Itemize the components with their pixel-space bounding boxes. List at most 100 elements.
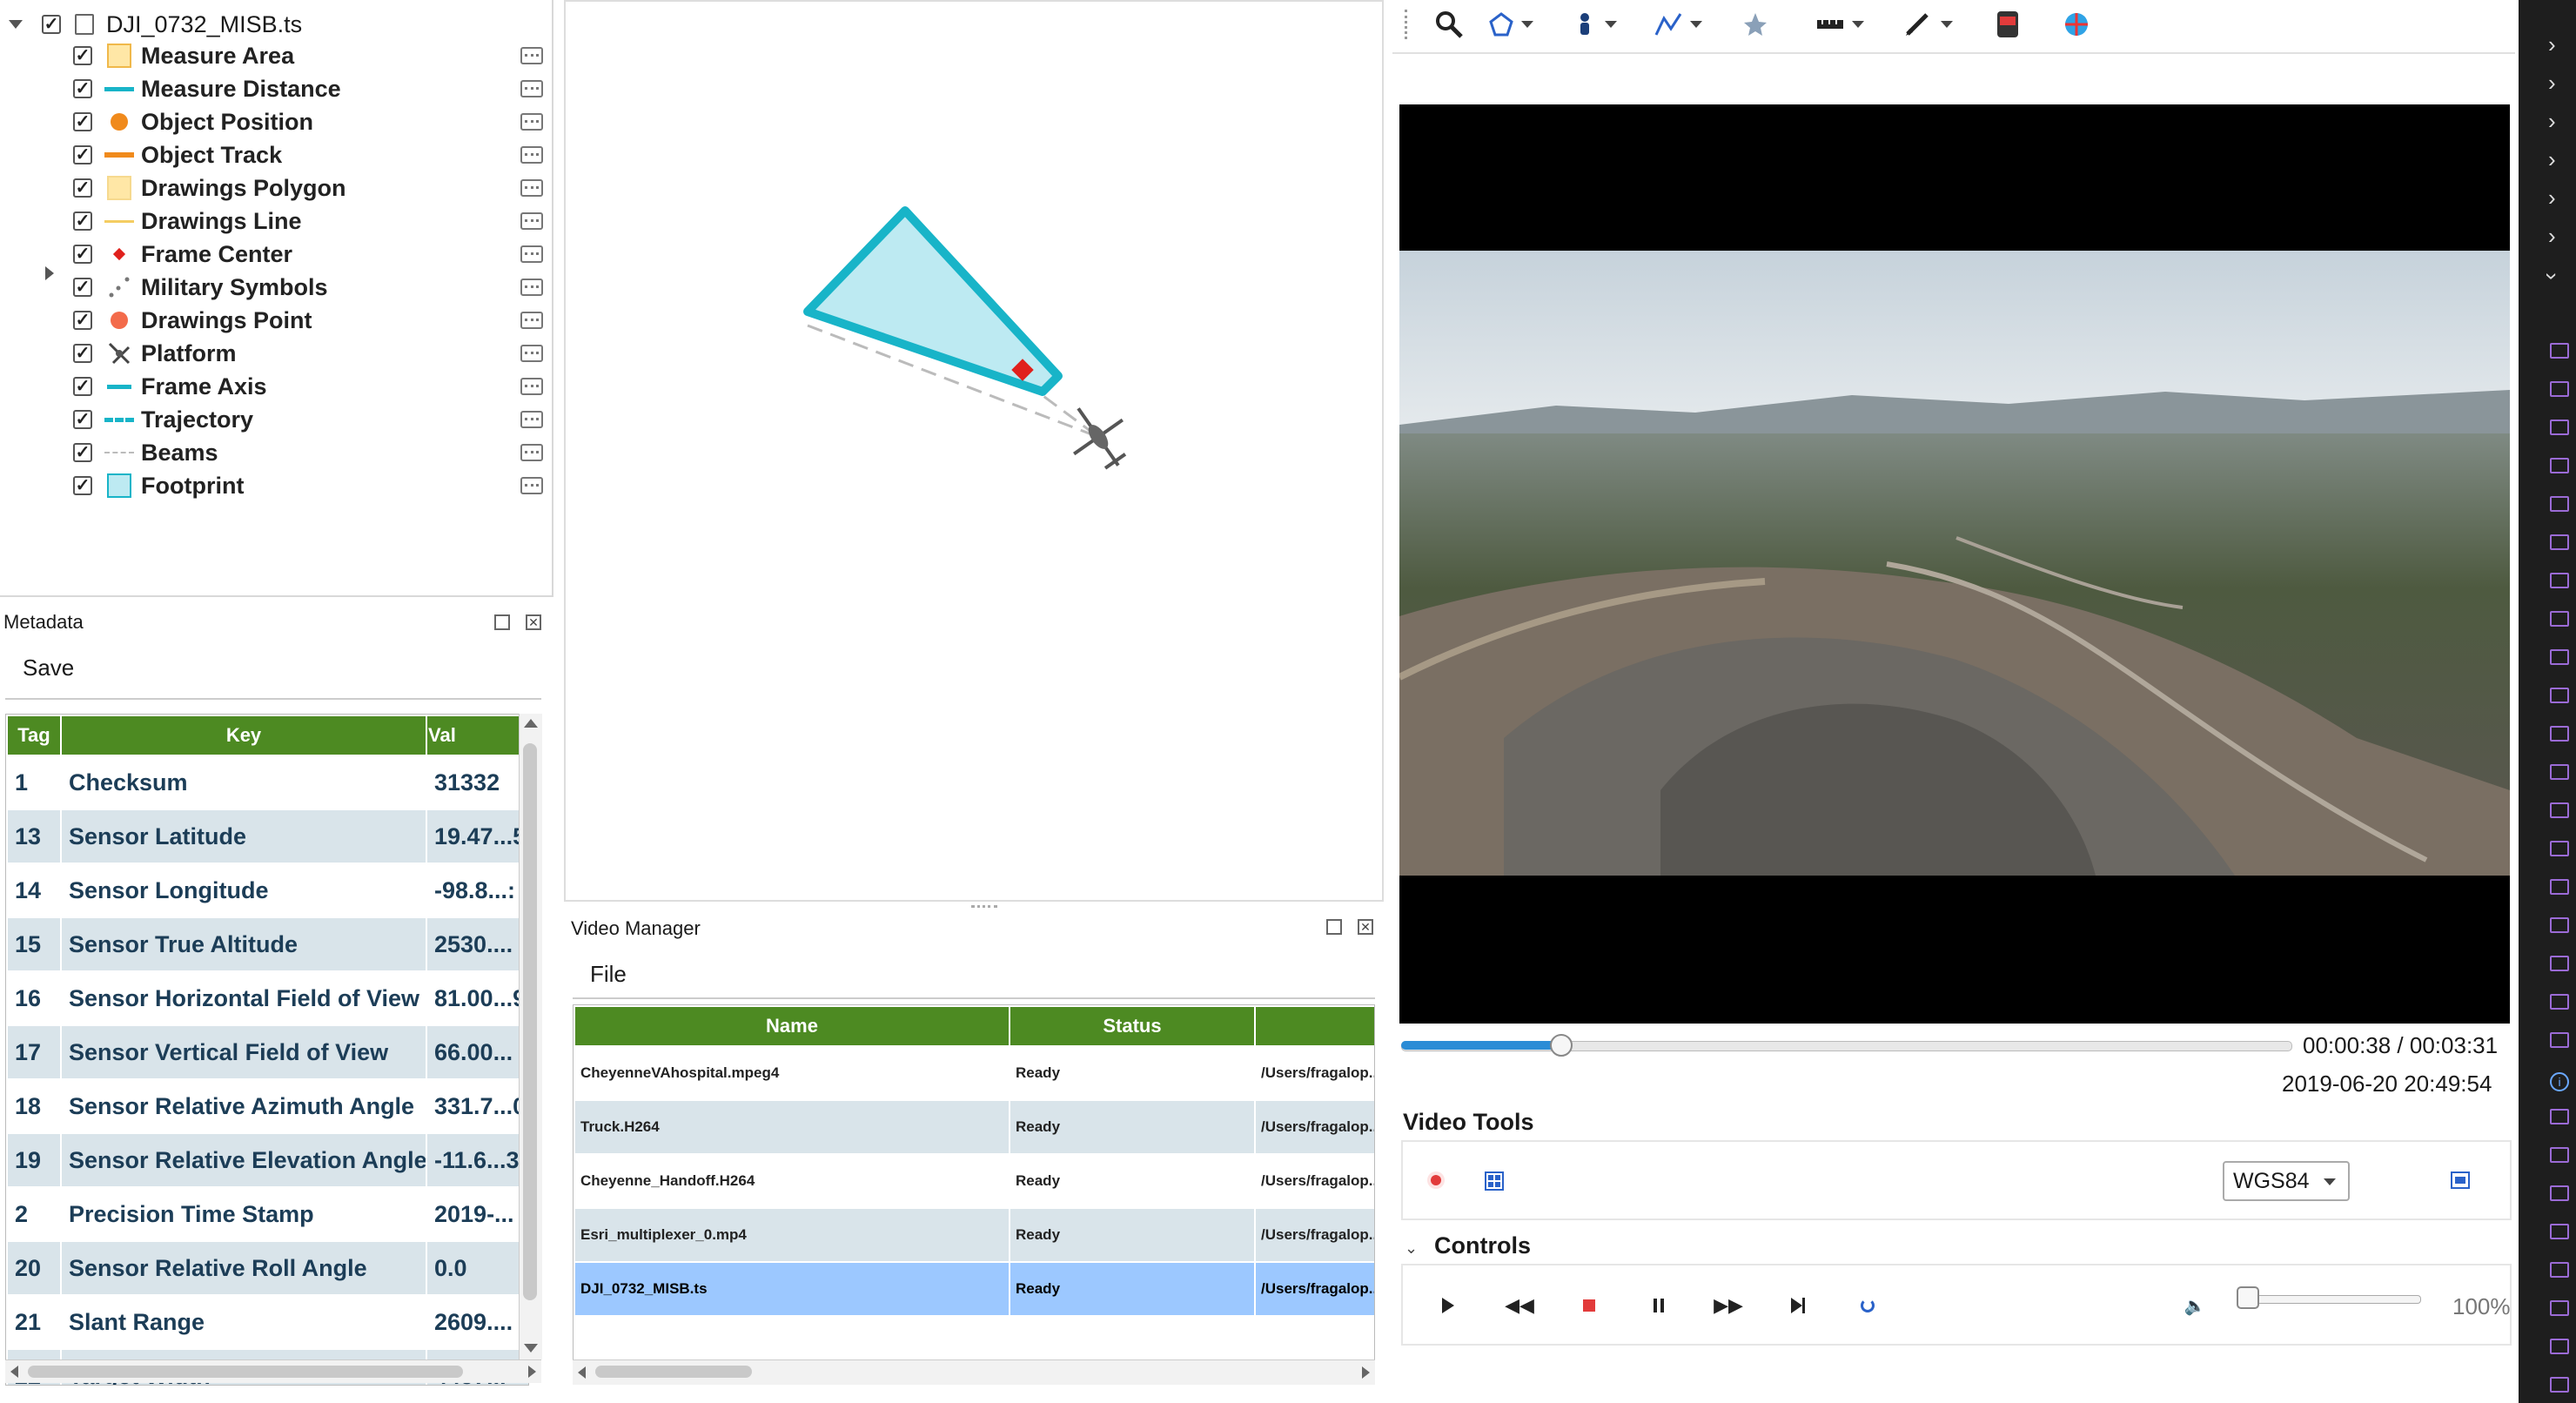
layer-checkbox[interactable]: ✓ [73,311,92,330]
rewind-button[interactable]: ◀◀ [1505,1293,1534,1318]
table-row[interactable]: 1 Checksum 31332 [6,755,528,810]
skip-end-button[interactable] [1786,1293,1810,1318]
layer-row-measure-area[interactable]: ✓ Measure Area [73,40,543,71]
scroll-left-icon[interactable] [10,1366,18,1378]
layer-row-measure-distance[interactable]: ✓ Measure Distance [73,73,543,104]
scroll-right-icon[interactable] [1362,1366,1370,1379]
layer-options-icon[interactable] [520,146,543,164]
expand-chevron-icon[interactable] [45,266,54,280]
scroll-thumb[interactable] [523,743,537,1300]
image-file-icon[interactable] [2550,649,2569,665]
image-file-icon[interactable] [2550,1032,2569,1048]
layer-row-platform[interactable]: ✓ Platform [73,338,543,369]
image-file-icon[interactable] [2550,1224,2569,1239]
scroll-left-icon[interactable] [578,1366,586,1379]
layer-row-frame-axis[interactable]: ✓ Frame Axis [73,371,543,402]
layer-root-checkbox[interactable]: ✓ [42,15,61,34]
video-list-table[interactable]: Name Status CheyenneVAhospital.mpeg4 Read… [573,1004,1375,1361]
chevron-right-icon[interactable]: › [2548,31,2556,58]
image-file-icon[interactable] [2550,496,2569,512]
layer-row-footprint[interactable]: ✓ Footprint [73,470,543,501]
layer-checkbox[interactable]: ✓ [73,245,92,264]
volume-slider-track[interactable] [2240,1295,2421,1304]
layer-options-icon[interactable] [520,113,543,131]
chevron-down-icon[interactable]: › [2539,272,2566,280]
layer-row-beams[interactable]: ✓ Beams [73,437,543,468]
layer-checkbox[interactable]: ✓ [73,145,92,164]
pin-tool-button[interactable] [1742,9,1768,40]
scroll-thumb[interactable] [595,1366,752,1378]
scroll-thumb[interactable] [28,1366,463,1378]
chevron-right-icon[interactable]: › [2548,223,2556,250]
close-panel-icon[interactable]: ✕ [526,614,541,630]
image-file-icon[interactable] [2550,1147,2569,1163]
layer-checkbox[interactable]: ✓ [73,443,92,462]
close-panel-icon[interactable]: ✕ [1358,919,1373,935]
layer-options-icon[interactable] [520,444,543,461]
column-header-path[interactable] [1254,1005,1374,1047]
image-file-icon[interactable] [2550,611,2569,627]
column-header-name[interactable]: Name [574,1005,1010,1047]
layer-row-object-track[interactable]: ✓ Object Track [73,139,543,171]
image-file-icon[interactable] [2550,994,2569,1010]
layer-checkbox[interactable]: ✓ [73,377,92,396]
file-menu[interactable]: File [590,961,627,988]
image-file-icon[interactable] [2550,1300,2569,1316]
image-file-icon[interactable] [2550,802,2569,818]
layer-checkbox[interactable]: ✓ [73,344,92,363]
float-panel-icon[interactable] [1326,919,1342,935]
pause-button[interactable] [1647,1293,1671,1318]
layer-checkbox[interactable]: ✓ [73,79,92,98]
record-tool-button[interactable] [1995,9,2021,40]
zoom-button[interactable] [1434,9,1464,40]
layer-row-drawings-polygon[interactable]: ✓ Drawings Polygon [73,172,543,204]
layer-options-icon[interactable] [520,80,543,97]
image-file-icon[interactable] [2550,381,2569,397]
point-tool-button[interactable] [1572,9,1617,40]
layer-options-icon[interactable] [520,378,543,395]
layer-options-icon[interactable] [520,345,543,362]
image-file-icon[interactable] [2550,841,2569,856]
splitter-handle[interactable] [971,905,997,908]
video-row[interactable]: Cheyenne_Handoff.H264 Ready/Users/fragalo… [574,1153,1374,1209]
vertical-scrollbar[interactable] [519,714,542,1359]
layer-row-frame-center[interactable]: ✓ Frame Center [73,238,543,270]
table-row[interactable]: 17 Sensor Vertical Field of View 66.00... [6,1024,528,1080]
layer-row-drawings-point[interactable]: ✓ Drawings Point [73,305,543,336]
column-header-value[interactable]: Val [426,715,528,756]
image-file-icon[interactable] [2550,879,2569,895]
video-row[interactable]: CheyenneVAhospital.mpeg4 Ready/Users/frag… [574,1045,1374,1101]
image-file-icon[interactable] [2550,956,2569,971]
chevron-right-icon[interactable]: › [2548,108,2556,135]
mute-button[interactable]: 🔈 [2183,1293,2207,1318]
float-panel-icon[interactable] [494,614,510,630]
layer-row-military-symbols[interactable]: ✓ Military Symbols [73,272,543,303]
video-row[interactable]: Truck.H264 Ready/Users/fragalop... [574,1099,1374,1155]
metadata-table[interactable]: Tag Key Val 1 Checksum 31332 13 Sensor Lati… [5,714,529,1386]
image-file-icon[interactable] [2550,420,2569,435]
save-menu[interactable]: Save [23,655,74,681]
image-file-icon[interactable] [2550,343,2569,359]
seek-slider-handle[interactable] [1550,1034,1573,1057]
chevron-right-icon[interactable]: › [2548,146,2556,173]
globe-tool-button[interactable] [2063,9,2090,40]
image-file-icon[interactable] [2550,688,2569,703]
image-file-icon[interactable] [2550,726,2569,742]
layer-options-icon[interactable] [520,212,543,230]
layer-checkbox[interactable]: ✓ [73,476,92,495]
layer-row-drawings-line[interactable]: ✓ Drawings Line [73,205,543,237]
info-icon[interactable]: i [2550,1072,2569,1091]
layer-checkbox[interactable]: ✓ [73,278,92,297]
image-file-icon[interactable] [2550,764,2569,780]
video-frame-image[interactable] [1398,251,2510,876]
image-file-icon[interactable] [2550,534,2569,550]
layer-root-row[interactable]: ✓ DJI_0732_MISB.ts [9,9,302,40]
horizontal-scrollbar[interactable] [573,1359,1375,1385]
layer-checkbox[interactable]: ✓ [73,211,92,231]
image-file-icon[interactable] [2550,1185,2569,1201]
collapse-chevron-icon[interactable]: ⌄ [1405,1239,1418,1258]
repeat-button[interactable] [1855,1293,1880,1318]
record-button[interactable] [1427,1171,1445,1189]
horizontal-scrollbar[interactable] [5,1359,541,1383]
polygon-tool-button[interactable] [1488,9,1533,40]
